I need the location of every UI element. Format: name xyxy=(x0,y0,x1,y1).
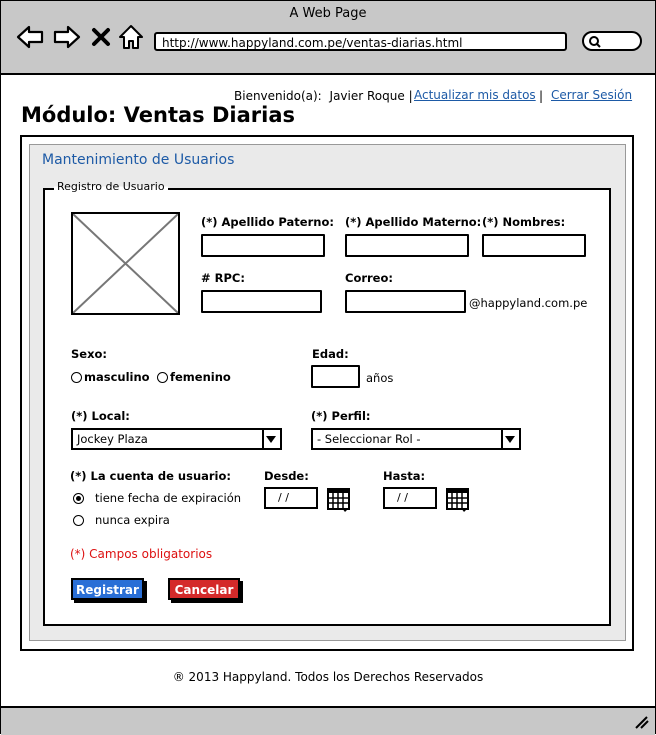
rpc-label: # RPC: xyxy=(201,271,245,285)
welcome-prefix: Bienvenido(a): xyxy=(234,89,322,103)
chevron-down-icon[interactable] xyxy=(262,430,280,448)
desde-label: Desde: xyxy=(264,469,309,483)
register-button[interactable]: Registrar xyxy=(71,578,144,600)
url-bar[interactable]: http://www.happyland.com.pe/ventas-diari… xyxy=(154,32,567,51)
expira-label: tiene fecha de expiración xyxy=(95,491,242,505)
sexo-masculino-label: masculino xyxy=(84,370,150,384)
logout-link[interactable]: Cerrar Sesión xyxy=(551,88,632,102)
perfil-label: (*) Perfil: xyxy=(311,409,371,423)
apellido-materno-label: (*) Apellido Materno: xyxy=(345,215,482,229)
rpc-input[interactable] xyxy=(201,290,322,313)
perfil-selected-value: - Seleccionar Rol - xyxy=(317,432,421,446)
header-separator: | xyxy=(408,89,413,103)
photo-placeholder xyxy=(71,212,180,315)
nunca-expira-label: nunca expira xyxy=(95,513,170,527)
desde-date-input[interactable]: / / xyxy=(264,487,318,509)
edad-input[interactable] xyxy=(311,365,360,388)
hasta-label: Hasta: xyxy=(383,469,426,483)
hasta-date-input[interactable]: / / xyxy=(383,487,437,509)
nunca-expira-radio[interactable] xyxy=(73,515,84,526)
correo-label: Correo: xyxy=(345,271,393,285)
footer-copyright: ® 2013 Happyland. Todos los Derechos Res… xyxy=(172,670,484,684)
fieldset-legend: Registro de Usuario xyxy=(54,180,168,193)
cancel-button[interactable]: Cancelar xyxy=(168,578,240,600)
forward-arrow-icon[interactable] xyxy=(52,22,82,52)
welcome-text: Bienvenido(a): Javier Roque | xyxy=(234,89,413,103)
cuenta-label: (*) La cuenta de usuario: xyxy=(70,469,231,483)
section-title: Mantenimiento de Usuarios xyxy=(42,152,235,168)
header-separator-2: | xyxy=(539,89,544,103)
local-label: (*) Local: xyxy=(71,409,130,423)
local-selected-value: Jockey Plaza xyxy=(77,432,148,446)
close-icon[interactable] xyxy=(88,22,114,52)
apellido-materno-input[interactable] xyxy=(345,234,469,257)
calendar-icon[interactable] xyxy=(446,488,471,513)
edad-unit: años xyxy=(366,371,394,385)
apellido-paterno-label: (*) Apellido Paterno: xyxy=(201,215,334,229)
edad-label: Edad: xyxy=(312,347,349,361)
perfil-select[interactable]: - Seleccionar Rol - xyxy=(311,428,521,450)
email-domain-text: @happyland.com.pe xyxy=(469,296,588,310)
resize-grip-icon[interactable] xyxy=(633,715,649,729)
browser-statusbar xyxy=(1,706,655,735)
correo-input[interactable] xyxy=(345,290,466,313)
chevron-down-icon[interactable] xyxy=(501,430,519,448)
browser-search-box[interactable] xyxy=(582,31,642,51)
required-fields-note: (*) Campos obligatorios xyxy=(70,547,213,561)
user-name: Javier Roque xyxy=(329,89,405,103)
apellido-paterno-input[interactable] xyxy=(201,234,325,257)
nombres-input[interactable] xyxy=(482,234,586,257)
home-icon[interactable] xyxy=(116,22,146,52)
expira-radio[interactable] xyxy=(73,493,84,504)
update-profile-link[interactable]: Actualizar mis datos xyxy=(414,88,536,102)
local-select[interactable]: Jockey Plaza xyxy=(71,428,282,450)
search-icon xyxy=(589,36,601,48)
image-placeholder-icon xyxy=(73,214,178,313)
calendar-icon[interactable] xyxy=(327,488,352,513)
nombres-label: (*) Nombres: xyxy=(482,215,566,229)
window-title: A Web Page xyxy=(289,6,367,21)
back-arrow-icon[interactable] xyxy=(15,22,45,52)
sexo-femenino-label: femenino xyxy=(170,370,231,384)
sexo-masculino-radio[interactable] xyxy=(71,372,82,383)
sexo-femenino-radio[interactable] xyxy=(157,372,168,383)
sexo-label: Sexo: xyxy=(71,347,107,361)
page-title: Módulo: Ventas Diarias xyxy=(21,103,295,127)
